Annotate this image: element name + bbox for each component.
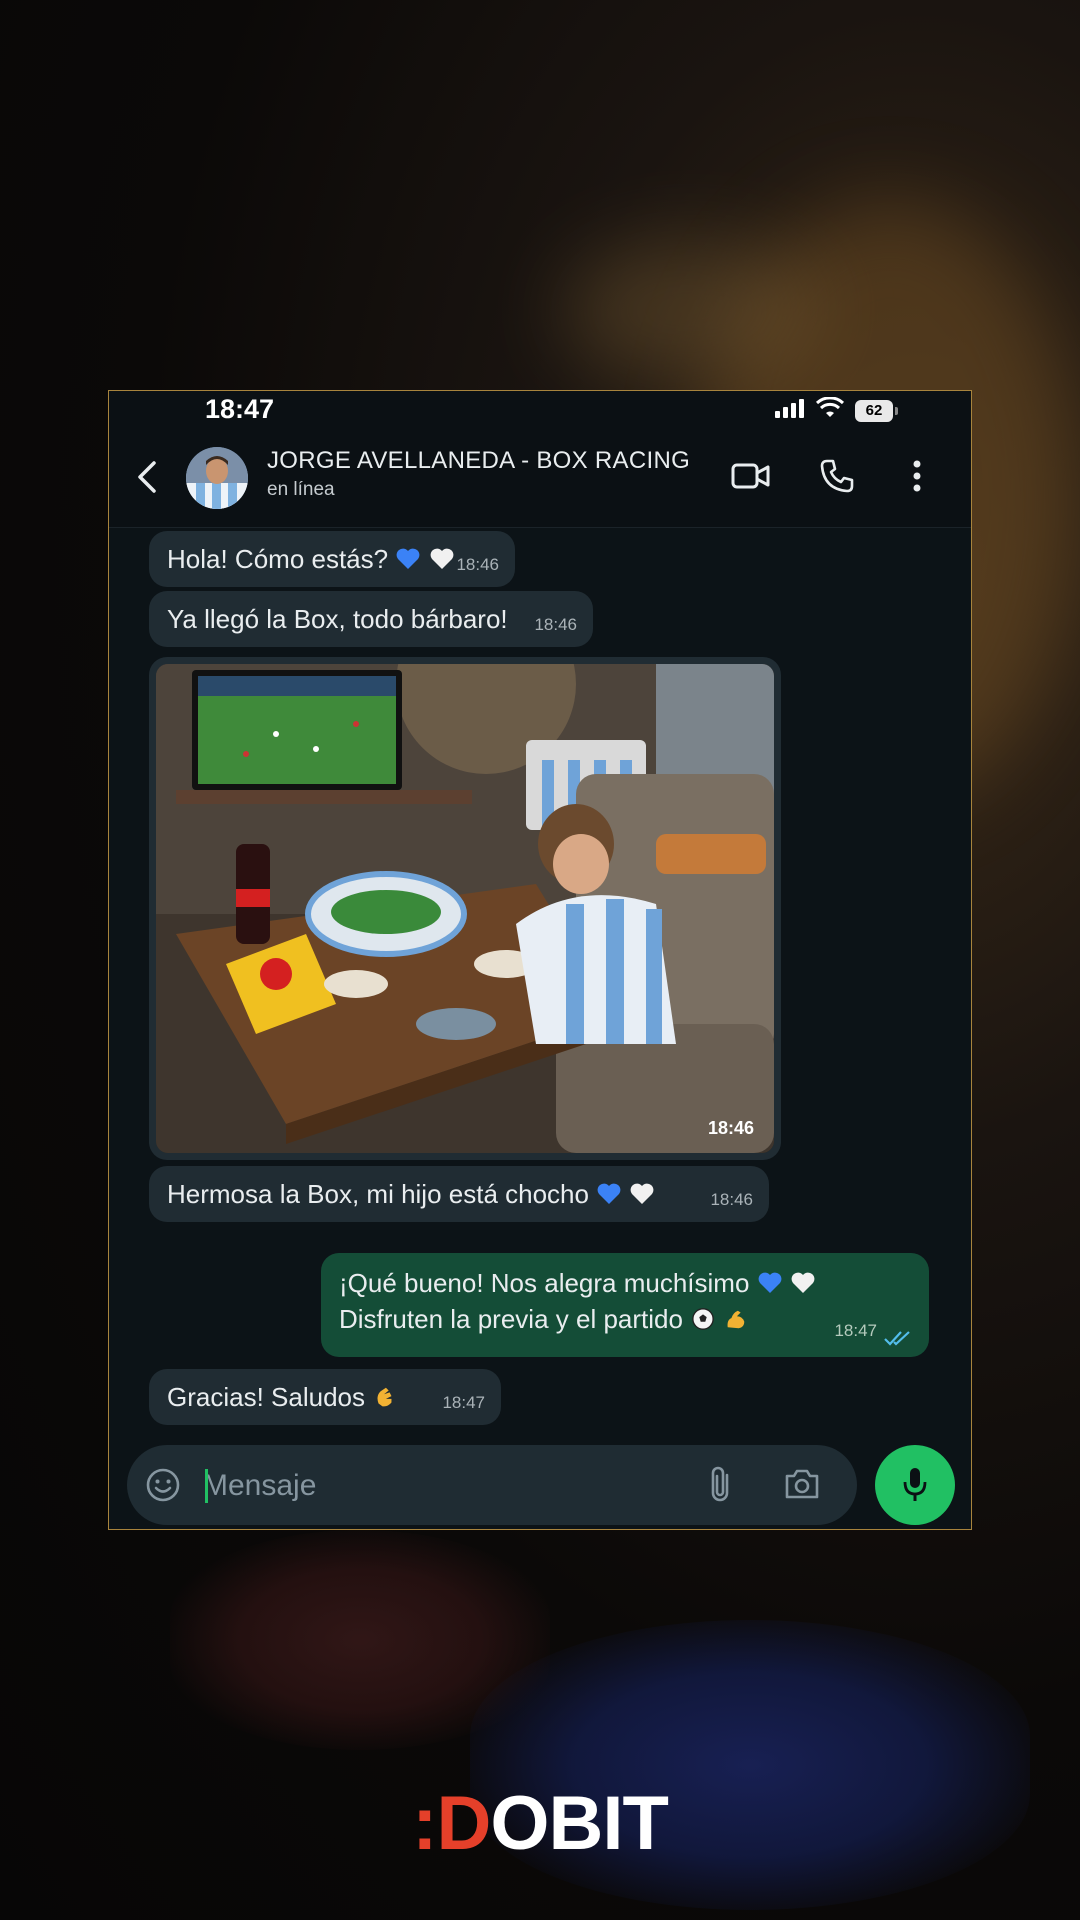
message-composer [127,1445,857,1525]
flexed-biceps-icon [727,1310,745,1329]
blue-heart-icon [597,1183,621,1204]
microphone-icon [903,1468,927,1501]
message-time: 18:46 [456,555,499,574]
voice-record-button[interactable] [875,1445,955,1525]
text-caret [205,1469,208,1503]
emoji-button[interactable] [145,1467,181,1508]
message-time: 18:46 [707,1118,754,1138]
status-bar: 18:47 62 [109,391,971,427]
signal-icon [773,397,805,424]
message-text: Disfruten la previa y el partido [339,1304,683,1334]
message-image[interactable]: 18:46 [149,657,781,1160]
back-arrow-icon [138,461,156,493]
contact-status: en línea [267,479,335,500]
photo-living-room[interactable]: 18:46 [156,664,774,1153]
message-incoming[interactable]: Ya llegó la Box, todo bárbaro! 18:46 [149,591,593,647]
white-heart-icon [631,1183,654,1204]
camera-icon [785,1469,819,1499]
battery-icon: 62 [855,399,898,422]
message-time: 18:47 [442,1393,485,1412]
brand-logo-first: D [436,1781,491,1866]
status-icons: 62 [773,396,898,424]
message-outgoing[interactable]: ¡Qué bueno! Nos alegra muchísimo Disfrut… [321,1253,929,1357]
brand-logo-colon: : [412,1781,437,1866]
message-incoming[interactable]: Hola! Cómo estás? 18:46 [149,531,515,587]
contact-name[interactable]: JORGE AVELLANEDA - BOX RACING [267,447,690,475]
white-heart-icon [430,548,453,569]
phone-icon [820,459,854,493]
message-text: Ya llegó la Box, todo bárbaro! [167,604,508,634]
status-time: 18:47 [205,394,275,424]
wifi-icon [815,396,845,424]
message-input[interactable] [201,1457,705,1515]
more-vert-icon [913,460,921,492]
read-ticks-icon [884,1331,910,1346]
message-text: Hermosa la Box, mi hijo está chocho [167,1179,589,1209]
white-heart-icon [791,1272,815,1293]
more-options-button[interactable] [893,451,941,501]
message-time: 18:46 [710,1190,753,1209]
camera-button[interactable] [783,1467,821,1506]
background-glow-top [560,240,820,380]
brand-logo-rest: OBIT [490,1781,669,1866]
avatar[interactable] [186,447,248,509]
message-text: ¡Qué bueno! Nos alegra muchísimo [339,1268,750,1298]
message-incoming[interactable]: Hermosa la Box, mi hijo está chocho 18:4… [149,1166,769,1222]
blue-heart-icon [396,548,420,569]
message-time: 18:47 [834,1321,877,1340]
chat-header: JORGE AVELLANEDA - BOX RACING en línea [109,427,971,528]
message-text: Gracias! Saludos [167,1382,365,1412]
brand-logo: :DOBIT [0,1780,1080,1867]
attach-button[interactable] [707,1465,733,1510]
message-line: ¡Qué bueno! Nos alegra muchísimo [339,1265,911,1301]
message-text: Hola! Cómo estás? [167,544,389,574]
chat-screen: 18:47 62 JORGE AVELLANEDA - BOX RACING e… [108,390,972,1530]
video-call-icon [731,463,770,489]
video-call-button[interactable] [727,451,775,501]
photo-illustration [156,664,774,1153]
paperclip-icon [711,1466,729,1502]
blue-heart-icon [758,1272,782,1293]
back-button[interactable] [127,453,167,501]
clapping-hands-icon [377,1387,392,1407]
message-incoming[interactable]: Gracias! Saludos 18:47 [149,1369,501,1425]
message-line: Disfruten la previa y el partido [339,1301,911,1337]
emoji-icon [146,1468,180,1502]
message-time: 18:46 [534,615,577,634]
soccer-ball-icon [692,1308,715,1330]
voice-call-button[interactable] [813,451,861,501]
